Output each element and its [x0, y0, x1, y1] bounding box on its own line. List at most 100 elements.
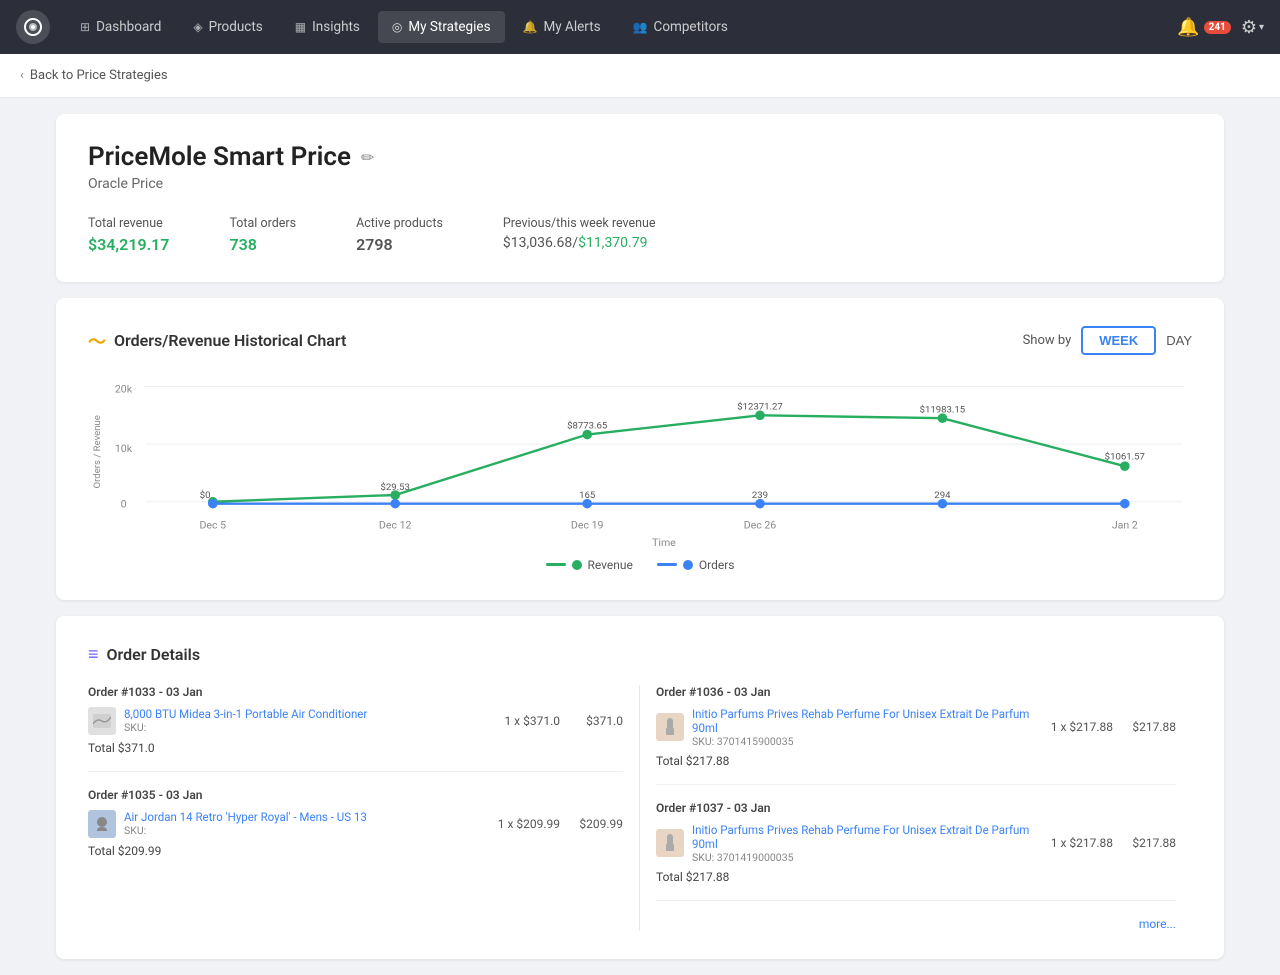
show-by-label: Show by: [1023, 333, 1072, 348]
legend-orders: Orders: [657, 558, 735, 572]
svg-text:$11983.15: $11983.15: [920, 404, 966, 415]
order-1036-sku: SKU: 3701415900035: [692, 735, 1043, 748]
title-row: PriceMole Smart Price ✏: [88, 142, 1192, 172]
order-1035-product-name[interactable]: Air Jordan 14 Retro 'Hyper Royal' - Mens…: [124, 810, 490, 824]
order-1037-thumb: [656, 829, 684, 857]
order-1033-product-name[interactable]: 8,000 BTU Midea 3-in-1 Portable Air Cond…: [124, 707, 496, 721]
order-details-card: ≡ Order Details Order #1033 - 03 Jan 8: [56, 616, 1224, 959]
overview-card: PriceMole Smart Price ✏ Oracle Price Tot…: [56, 114, 1224, 282]
svg-text:10k: 10k: [115, 442, 133, 455]
svg-text:$1061.57: $1061.57: [1105, 451, 1145, 462]
competitors-icon: 👥: [633, 20, 648, 34]
order-1033-total: Total $371.0: [88, 741, 623, 755]
legend-revenue-line: [546, 563, 566, 566]
svg-text:Dec 26: Dec 26: [744, 519, 777, 532]
order-1033-product-info: 8,000 BTU Midea 3-in-1 Portable Air Cond…: [124, 707, 496, 734]
notification-bell[interactable]: 🔔 241: [1177, 17, 1231, 38]
order-1037-sku: SKU: 3701419000035: [692, 851, 1043, 864]
navbar-right: 🔔 241 ⚙ ▾: [1177, 17, 1264, 38]
svg-text:0: 0: [121, 497, 127, 510]
order-1035-sku: SKU:: [124, 824, 490, 837]
order-1033-header: Order #1033 - 03 Jan: [88, 685, 623, 699]
main-container: PriceMole Smart Price ✏ Oracle Price Tot…: [40, 114, 1240, 959]
order-1037-header: Order #1037 - 03 Jan: [656, 801, 1176, 815]
prev-revenue-curr: $11,370.79: [578, 235, 647, 251]
subtitle: Oracle Price: [88, 176, 1192, 192]
order-1033: Order #1033 - 03 Jan 8,000 BTU Midea 3-i…: [88, 685, 623, 772]
order-1033-thumb: [88, 707, 116, 735]
order-1036-product-row: Initio Parfums Prives Rehab Perfume For …: [656, 707, 1176, 748]
order-1037-product-name[interactable]: Initio Parfums Prives Rehab Perfume For …: [692, 823, 1043, 851]
order-1036-header: Order #1036 - 03 Jan: [656, 685, 1176, 699]
order-1036-total: Total $217.88: [656, 754, 1176, 768]
chart-wrapper: 20k 10k 0 Orders / Revenue $: [88, 375, 1192, 572]
order-1036-product-info: Initio Parfums Prives Rehab Perfume For …: [692, 707, 1043, 748]
settings-button[interactable]: ⚙ ▾: [1241, 17, 1264, 38]
logo[interactable]: [16, 10, 50, 44]
active-products-value: 2798: [356, 235, 443, 254]
notification-badge: 241: [1204, 21, 1231, 34]
order-1035-thumb: [88, 810, 116, 838]
order-details-icon: ≡: [88, 644, 99, 665]
order-1033-product-row: 8,000 BTU Midea 3-in-1 Portable Air Cond…: [88, 707, 623, 735]
metrics-row: Total revenue $34,219.17 Total orders 73…: [88, 216, 1192, 254]
nav-my-alerts[interactable]: 🔔 My Alerts: [509, 11, 615, 43]
total-revenue-label: Total revenue: [88, 216, 169, 231]
order-1035-price: $209.99: [568, 817, 623, 831]
order-1033-qty: 1 x $371.0: [504, 714, 560, 728]
svg-text:Dec 5: Dec 5: [200, 519, 227, 532]
edit-icon[interactable]: ✏: [361, 148, 374, 167]
order-1035-header: Order #1035 - 03 Jan: [88, 788, 623, 802]
total-orders-metric: Total orders 738: [229, 216, 296, 254]
order-1036-price: $217.88: [1121, 720, 1176, 734]
order-1037-product-row: Initio Parfums Prives Rehab Perfume For …: [656, 823, 1176, 864]
order-1036-qty: 1 x $217.88: [1051, 720, 1113, 734]
chevron-down-icon: ▾: [1259, 22, 1264, 33]
strategies-icon: ◎: [392, 20, 402, 34]
svg-text:$29.53: $29.53: [380, 482, 409, 493]
nav-products[interactable]: ◈ Products: [179, 11, 276, 43]
prev-revenue-values: $13,036.68/$11,370.79: [503, 235, 656, 251]
total-revenue-metric: Total revenue $34,219.17: [88, 216, 169, 254]
order-1036-product-name[interactable]: Initio Parfums Prives Rehab Perfume For …: [692, 707, 1043, 735]
svg-text:Orders / Revenue: Orders / Revenue: [92, 415, 103, 488]
order-1035-total: Total $209.99: [88, 844, 623, 858]
navbar: ⊞ Dashboard ◈ Products ▦ Insights ◎ My S…: [0, 0, 1280, 54]
legend-orders-line: [657, 563, 677, 566]
chart-title-text: Orders/Revenue Historical Chart: [114, 331, 346, 350]
chart-card: 〜 Orders/Revenue Historical Chart Show b…: [56, 298, 1224, 600]
chart-legend: Revenue Orders: [88, 558, 1192, 572]
nav-my-strategies[interactable]: ◎ My Strategies: [378, 11, 505, 43]
more-link[interactable]: more...: [656, 917, 1176, 931]
active-products-label: Active products: [356, 216, 443, 231]
order-1035-product-info: Air Jordan 14 Retro 'Hyper Royal' - Mens…: [124, 810, 490, 837]
svg-text:239: 239: [752, 490, 768, 501]
chart-svg: 20k 10k 0 Orders / Revenue $: [88, 375, 1192, 548]
active-products-metric: Active products 2798: [356, 216, 443, 254]
nav-competitors[interactable]: 👥 Competitors: [619, 11, 742, 43]
order-1037-price: $217.88: [1121, 836, 1176, 850]
chart-header: 〜 Orders/Revenue Historical Chart Show b…: [88, 326, 1192, 355]
alerts-icon: 🔔: [523, 20, 538, 34]
legend-revenue-label: Revenue: [588, 558, 633, 572]
order-1037-qty: 1 x $217.88: [1051, 836, 1113, 850]
gear-icon: ⚙: [1241, 17, 1257, 38]
svg-text:$8773.65: $8773.65: [567, 421, 607, 432]
nav-insights[interactable]: ▦ Insights: [281, 11, 374, 43]
order-1036: Order #1036 - 03 Jan Initio Parfums Priv…: [656, 685, 1176, 785]
chart-title: 〜 Orders/Revenue Historical Chart: [88, 328, 346, 354]
day-button[interactable]: DAY: [1166, 333, 1192, 348]
order-details-title: Order Details: [107, 645, 201, 664]
breadcrumb[interactable]: ‹ Back to Price Strategies: [0, 54, 1280, 98]
legend-revenue-dot: [572, 560, 582, 570]
total-revenue-value: $34,219.17: [88, 235, 169, 254]
insights-icon: ▦: [295, 20, 306, 34]
nav-dashboard[interactable]: ⊞ Dashboard: [66, 11, 175, 43]
order-1035: Order #1035 - 03 Jan Air Jordan 14 Retro…: [88, 788, 623, 874]
svg-text:Dec 12: Dec 12: [379, 519, 412, 532]
svg-text:Time: Time: [652, 536, 676, 548]
order-1035-qty: 1 x $209.99: [498, 817, 560, 831]
week-button[interactable]: WEEK: [1081, 326, 1156, 355]
svg-text:Dec 19: Dec 19: [571, 519, 604, 532]
products-icon: ◈: [193, 20, 202, 34]
